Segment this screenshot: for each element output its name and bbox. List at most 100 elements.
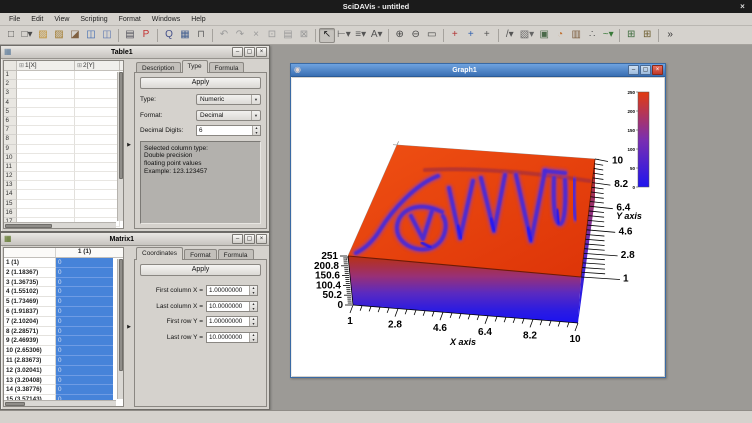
spinner-arrows[interactable]: ▲▼: [249, 333, 257, 342]
matrix-cell[interactable]: 0: [56, 268, 113, 278]
new-legend-dropdown[interactable]: ⊢▾: [335, 28, 353, 43]
matrix-cell[interactable]: 0: [56, 278, 113, 288]
select-range-button[interactable]: +: [463, 28, 479, 43]
matrix-row-header[interactable]: 2 (1.18367): [4, 268, 56, 278]
append-project-button[interactable]: ◪: [67, 28, 83, 43]
matrix-cell[interactable]: 0: [56, 356, 113, 366]
new-project-button[interactable]: □: [3, 28, 19, 43]
matrix1-tab-coordinates[interactable]: Coordinates: [136, 247, 183, 260]
table-cell[interactable]: [75, 163, 120, 172]
new-table-button[interactable]: ⊞: [623, 28, 639, 43]
table-cell[interactable]: [75, 117, 120, 126]
project-explorer-button[interactable]: Q: [161, 28, 177, 43]
row-header[interactable]: 15: [4, 200, 17, 209]
menu-help[interactable]: Help: [186, 15, 210, 24]
data-reader-button[interactable]: +: [447, 28, 463, 43]
matrix1-titlebar[interactable]: ▦ Matrix1 – ▢ ×: [1, 233, 269, 246]
matrix-row-header[interactable]: 10 (2.65306): [4, 346, 56, 356]
matrix-row-header[interactable]: 9 (2.46939): [4, 336, 56, 346]
table-cell[interactable]: [75, 89, 120, 98]
table-cell[interactable]: [17, 154, 75, 163]
menu-edit[interactable]: Edit: [26, 15, 48, 24]
zoom-out-button[interactable]: ⊖: [408, 28, 424, 43]
table1-close-button[interactable]: ×: [256, 47, 267, 57]
spinner-arrows[interactable]: ▲▼: [249, 286, 257, 295]
row-header[interactable]: 10: [4, 154, 17, 163]
table1-corner-cell[interactable]: [4, 61, 17, 70]
table-cell[interactable]: [17, 200, 75, 209]
add-image-button[interactable]: ▣: [536, 28, 552, 43]
zoom-in-button[interactable]: ⊕: [392, 28, 408, 43]
table1-hscrollbar[interactable]: [4, 222, 116, 228]
lock-toolbars-button[interactable]: ⊓: [193, 28, 209, 43]
table-cell[interactable]: [17, 89, 75, 98]
table-cell[interactable]: [75, 154, 120, 163]
matrix-row-header[interactable]: 8 (2.28571): [4, 327, 56, 337]
table-cell[interactable]: [17, 135, 75, 144]
cut-button[interactable]: ×: [248, 28, 264, 43]
matrix-row-header[interactable]: 7 (2.10204): [4, 317, 56, 327]
table1-grid[interactable]: ⊞1[X]⊞2[Y] 1234567891011121314151617: [3, 60, 124, 229]
table-cell[interactable]: [75, 108, 120, 117]
graph1-titlebar[interactable]: ◉ Graph1 – ▢ ×: [291, 64, 665, 77]
matrix1-panel-toggle[interactable]: ▶: [125, 247, 133, 407]
table-cell[interactable]: [17, 181, 75, 190]
matrix-row-header[interactable]: 5 (1.73469): [4, 297, 56, 307]
row-header[interactable]: 11: [4, 163, 17, 172]
table1-titlebar[interactable]: ▦ Table1 – ▢ ×: [1, 46, 269, 59]
table-cell[interactable]: [75, 126, 120, 135]
matrix-row-header[interactable]: 6 (1.91837): [4, 307, 56, 317]
matrix1-maximize-button[interactable]: ▢: [244, 234, 255, 244]
matrix1-minimize-button[interactable]: –: [232, 234, 243, 244]
row-header[interactable]: 4: [4, 99, 17, 108]
table-cell[interactable]: [75, 172, 120, 181]
format-combobox[interactable]: Decimal▼: [196, 110, 261, 121]
matrix-cell[interactable]: 0: [56, 287, 113, 297]
table-cell[interactable]: [17, 80, 75, 89]
graph1-maximize-button[interactable]: ▢: [640, 65, 651, 75]
delete-button[interactable]: ⊠: [296, 28, 312, 43]
add-function-dropdown[interactable]: ▧▾: [518, 28, 536, 43]
row-header[interactable]: 9: [4, 145, 17, 154]
matrix-row-header[interactable]: 1 (1): [4, 258, 56, 268]
matrix-cell[interactable]: 0: [56, 297, 113, 307]
graph1-minimize-button[interactable]: –: [628, 65, 639, 75]
spinner-arrows[interactable]: ▲▼: [249, 317, 257, 326]
matrix1-grid[interactable]: 1 (1) 1 (1)02 (1.18367)03 (1.36735)04 (1…: [3, 247, 124, 407]
last-column-x-spinbox[interactable]: 10.0000000▲▼: [206, 301, 258, 312]
spinner-arrows[interactable]: ▲▼: [249, 302, 257, 311]
table-cell[interactable]: [75, 71, 120, 80]
type-combobox[interactable]: Numeric▼: [196, 94, 261, 105]
table1-column-header[interactable]: ⊞2[Y]: [75, 61, 120, 70]
matrix-cell[interactable]: 0: [56, 376, 113, 386]
matrix-row-header[interactable]: 11 (2.83673): [4, 356, 56, 366]
new-aspect-dropdown[interactable]: □▾: [19, 28, 35, 43]
matrix1-vscrollbar[interactable]: [117, 259, 123, 399]
table-cell[interactable]: [17, 108, 75, 117]
save-project-button[interactable]: ◫: [83, 28, 99, 43]
open-project-button[interactable]: ▨: [35, 28, 51, 43]
apply-button[interactable]: Apply: [140, 77, 261, 89]
move-points-button[interactable]: +: [479, 28, 495, 43]
table1-minimize-button[interactable]: –: [232, 47, 243, 57]
spinner-arrows[interactable]: ▲▼: [252, 126, 260, 135]
apply-button[interactable]: Apply: [140, 264, 261, 276]
spin-down-icon[interactable]: ▼: [250, 338, 257, 343]
spin-down-icon[interactable]: ▼: [253, 131, 260, 136]
first-row-y-spinbox[interactable]: 1.00000000▲▼: [206, 316, 258, 327]
table-cell[interactable]: [75, 200, 120, 209]
row-header[interactable]: 5: [4, 108, 17, 117]
matrix-cell[interactable]: 0: [56, 366, 113, 376]
plot-3d-scatter-button[interactable]: ∴: [584, 28, 600, 43]
matrix-row-header[interactable]: 4 (1.55102): [4, 287, 56, 297]
plot-3d-bar-button[interactable]: ▥: [568, 28, 584, 43]
menu-view[interactable]: View: [49, 15, 74, 24]
row-header[interactable]: 3: [4, 89, 17, 98]
fit-dropdown[interactable]: ~▾: [600, 28, 616, 43]
matrix1-close-button[interactable]: ×: [256, 234, 267, 244]
matrix-cell[interactable]: 0: [56, 317, 113, 327]
matrix-cell[interactable]: 0: [56, 385, 113, 395]
spin-down-icon[interactable]: ▼: [250, 307, 257, 312]
new-matrix-button[interactable]: ⊞: [639, 28, 655, 43]
table-cell[interactable]: [75, 99, 120, 108]
